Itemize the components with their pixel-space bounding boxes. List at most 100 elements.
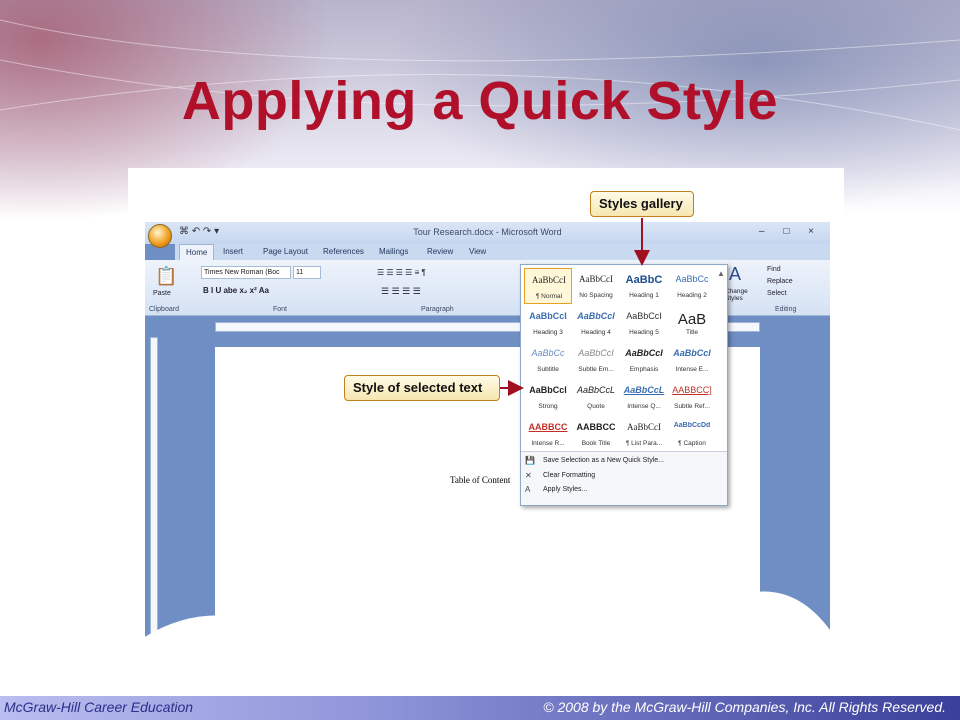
change-styles-button[interactable]: Change Styles [725,288,755,302]
style-sample: AaBbCcI [625,348,663,358]
style-sample: AABBCC [528,422,568,432]
style-item[interactable]: AaBbCcI Heading 4 [572,305,620,341]
style-item[interactable]: AaBbCcI No Spacing [572,268,620,304]
style-name: Subtle Em... [578,366,614,373]
style-name: Heading 4 [581,329,611,336]
style-name: Heading 2 [677,292,707,299]
paste-icon[interactable]: 📋 [155,266,177,287]
style-sample: AaBbCc [675,274,709,284]
style-name: No Spacing [579,292,613,299]
style-item[interactable]: AABBCC Intense R... [524,416,572,452]
style-item[interactable]: AaBbCcl Strong [524,379,572,415]
style-name: Book Title [581,440,611,447]
footer-bar: McGraw-Hill Career Education © 2008 by t… [0,696,960,720]
font-name-select[interactable]: Times New Roman (Boc [201,266,291,279]
window-title: Tour Research.docx - Microsoft Word [413,227,562,237]
paste-button[interactable]: Paste [153,290,171,297]
footer-publisher: McGraw-Hill Career Education [4,699,194,715]
tab-mailings[interactable]: Mailings [379,247,408,256]
style-item[interactable]: AaBbCcDd ¶ Caption [668,416,716,452]
group-label-paragraph: Paragraph [421,306,454,313]
style-sample: AaBbCcI [529,311,567,321]
footer-copyright: © 2008 by the McGraw-Hill Companies, Inc… [543,699,946,715]
tab-home[interactable]: Home [179,244,215,260]
style-item[interactable]: AaBbCcI ¶ List Para... [620,416,668,452]
style-item[interactable]: AaBbCcI Heading 3 [524,305,572,341]
style-item[interactable]: AABBCC] Subtle Ref... [668,379,716,415]
style-name: Title [685,329,699,336]
tab-references[interactable]: References [323,247,364,256]
style-item[interactable]: AaBbCcI ¶ Normal [524,268,572,304]
style-item[interactable]: AaBbCcI Heading 5 [620,305,668,341]
font-format-buttons[interactable]: B I U abe x₂ x² Aa [203,286,269,295]
font-size-select[interactable]: 11 [293,266,321,279]
paragraph-buttons[interactable]: ☰ ☰ ☰ ☰ ≡ ¶ [377,268,426,277]
menu-save-quick-style[interactable]: Save Selection as a New Quick Style... [543,457,664,464]
style-name: Heading 5 [629,329,659,336]
tab-insert[interactable]: Insert [223,247,243,256]
style-sample: AABBCC] [672,385,712,395]
style-sample: AaBbCcI [532,275,566,285]
style-item[interactable]: AaBbC Heading 1 [620,268,668,304]
style-name: Emphasis [629,366,659,373]
document-text[interactable]: Table of Content [450,475,510,485]
style-name: ¶ List Para... [625,440,663,447]
style-item[interactable]: AABBCC Book Title [572,416,620,452]
style-sample: AaBbCcL [576,385,616,395]
tab-page-layout[interactable]: Page Layout [263,247,308,256]
menu-clear-formatting[interactable]: Clear Formatting [543,472,595,479]
tab-view[interactable]: View [469,247,486,256]
style-name: Strong [538,403,558,410]
style-item[interactable]: AaB Title [668,305,716,341]
style-name: Subtitle [537,366,559,373]
torn-edge [140,591,830,650]
style-sample: AaBbCcI [579,274,613,284]
gallery-scrollbar[interactable]: ▲ [717,269,725,278]
save-style-icon: 💾 [525,456,535,465]
style-name: Subtle Ref... [674,403,710,410]
style-item[interactable]: AaBbCcI Subtle Em... [572,342,620,378]
change-styles-icon[interactable]: A [729,264,741,285]
style-sample: AaBbCc [531,348,565,358]
style-sample: AaBbCcI [673,348,711,358]
apply-styles-icon: A [525,485,531,494]
alignment-buttons[interactable]: ☰ ☰ ☰ ☰ [381,286,421,297]
group-label-editing: Editing [775,306,797,313]
style-item[interactable]: AaBbCc Heading 2 [668,268,716,304]
style-name: ¶ Normal [535,293,563,300]
style-name: Intense Q... [627,403,661,410]
style-sample: AaBbCcI [578,348,614,358]
style-item[interactable]: AaBbCcL Intense Q... [620,379,668,415]
style-item[interactable]: AaBbCcI Emphasis [620,342,668,378]
style-sample: AaBbCcDd [673,422,711,429]
select-button[interactable]: Select [767,290,786,297]
style-item[interactable]: AaBbCc Subtitle [524,342,572,378]
style-name: Heading 1 [629,292,659,299]
window-controls[interactable]: – □ × [759,226,822,237]
callout-styles-gallery: Styles gallery [590,191,694,217]
ribbon-tabs: Home Insert Page Layout References Maili… [175,244,830,260]
style-name: Heading 3 [533,329,563,336]
tab-review[interactable]: Review [427,247,453,256]
style-sample: AaBbC [625,274,663,286]
style-sample: AaB [677,311,707,328]
style-name: Quote [587,403,605,410]
replace-button[interactable]: Replace [767,278,793,285]
group-label-font: Font [273,306,288,313]
group-label-clipboard: Clipboard [149,306,179,313]
styles-gallery[interactable]: AaBbCcI ¶ Normal AaBbCcI No Spacing AaBbC Hea… [520,264,728,506]
slide-title: Applying a Quick Style [181,71,779,131]
style-item[interactable]: AaBbCcI Intense E... [668,342,716,378]
style-sample: AaBbCcL [623,385,665,395]
style-name: ¶ Caption [678,440,706,447]
style-sample: AaBbCcl [529,385,567,395]
clear-formatting-icon: ✕ [525,471,532,480]
find-button[interactable]: Find [767,266,781,273]
callout-selected-text: Style of selected text [344,375,500,401]
style-sample: AABBCC [576,422,616,432]
style-item[interactable]: AaBbCcL Quote [572,379,620,415]
style-sample: AaBbCcI [627,422,661,432]
style-name: Intense E... [675,366,709,373]
menu-apply-styles[interactable]: Apply Styles... [543,486,587,493]
style-sample: AaBbCcI [626,311,662,321]
